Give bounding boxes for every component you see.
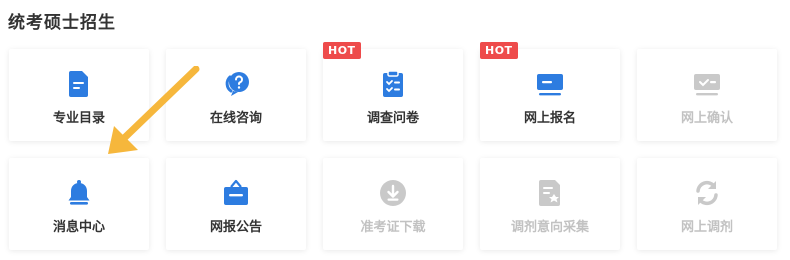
card-online-registration[interactable]: HOT 网上报名 [480,42,620,141]
card-online-confirm[interactable]: 网上确认 [637,49,777,141]
clipboard-icon [376,67,410,101]
hot-badge: HOT [480,42,518,59]
card-survey[interactable]: HOT 调查问卷 [323,42,463,141]
card-label: 专业目录 [52,111,105,126]
card-label: 消息中心 [52,220,105,235]
card-announcement[interactable]: 网报公告 [166,158,306,250]
notice-board-icon [219,176,253,210]
card-label: 在线咨询 [209,111,262,126]
card-label: 准考证下载 [360,220,426,235]
bell-icon [62,176,96,210]
form-icon [533,176,567,210]
card-message-center[interactable]: 消息中心 [9,158,149,250]
card-label: 网报公告 [209,220,262,235]
service-grid: 专业目录 在线咨询 HOT 调查问卷 HOT 网上报名 网上确认 消息中心 网报… [9,42,777,250]
hot-badge: HOT [323,42,361,59]
card-label: 调剂意向采集 [510,220,589,235]
card-admission-ticket-download[interactable]: 准考证下载 [323,158,463,250]
refresh-icon [690,176,724,210]
monitor-icon [533,67,567,101]
screen-check-icon [690,67,724,101]
card-major-catalog[interactable]: 专业目录 [9,49,149,141]
card-label: 网上报名 [523,111,576,126]
card-label: 网上确认 [680,111,733,126]
chat-question-icon [219,67,253,101]
section-title: 统考硕士招生 [8,13,116,33]
card-online-consult[interactable]: 在线咨询 [166,49,306,141]
card-label: 调查问卷 [366,111,419,126]
card-adjustment-intent[interactable]: 调剂意向采集 [480,158,620,250]
card-label: 网上调剂 [680,220,733,235]
card-online-adjustment[interactable]: 网上调剂 [637,158,777,250]
document-icon [62,67,96,101]
download-icon [376,176,410,210]
